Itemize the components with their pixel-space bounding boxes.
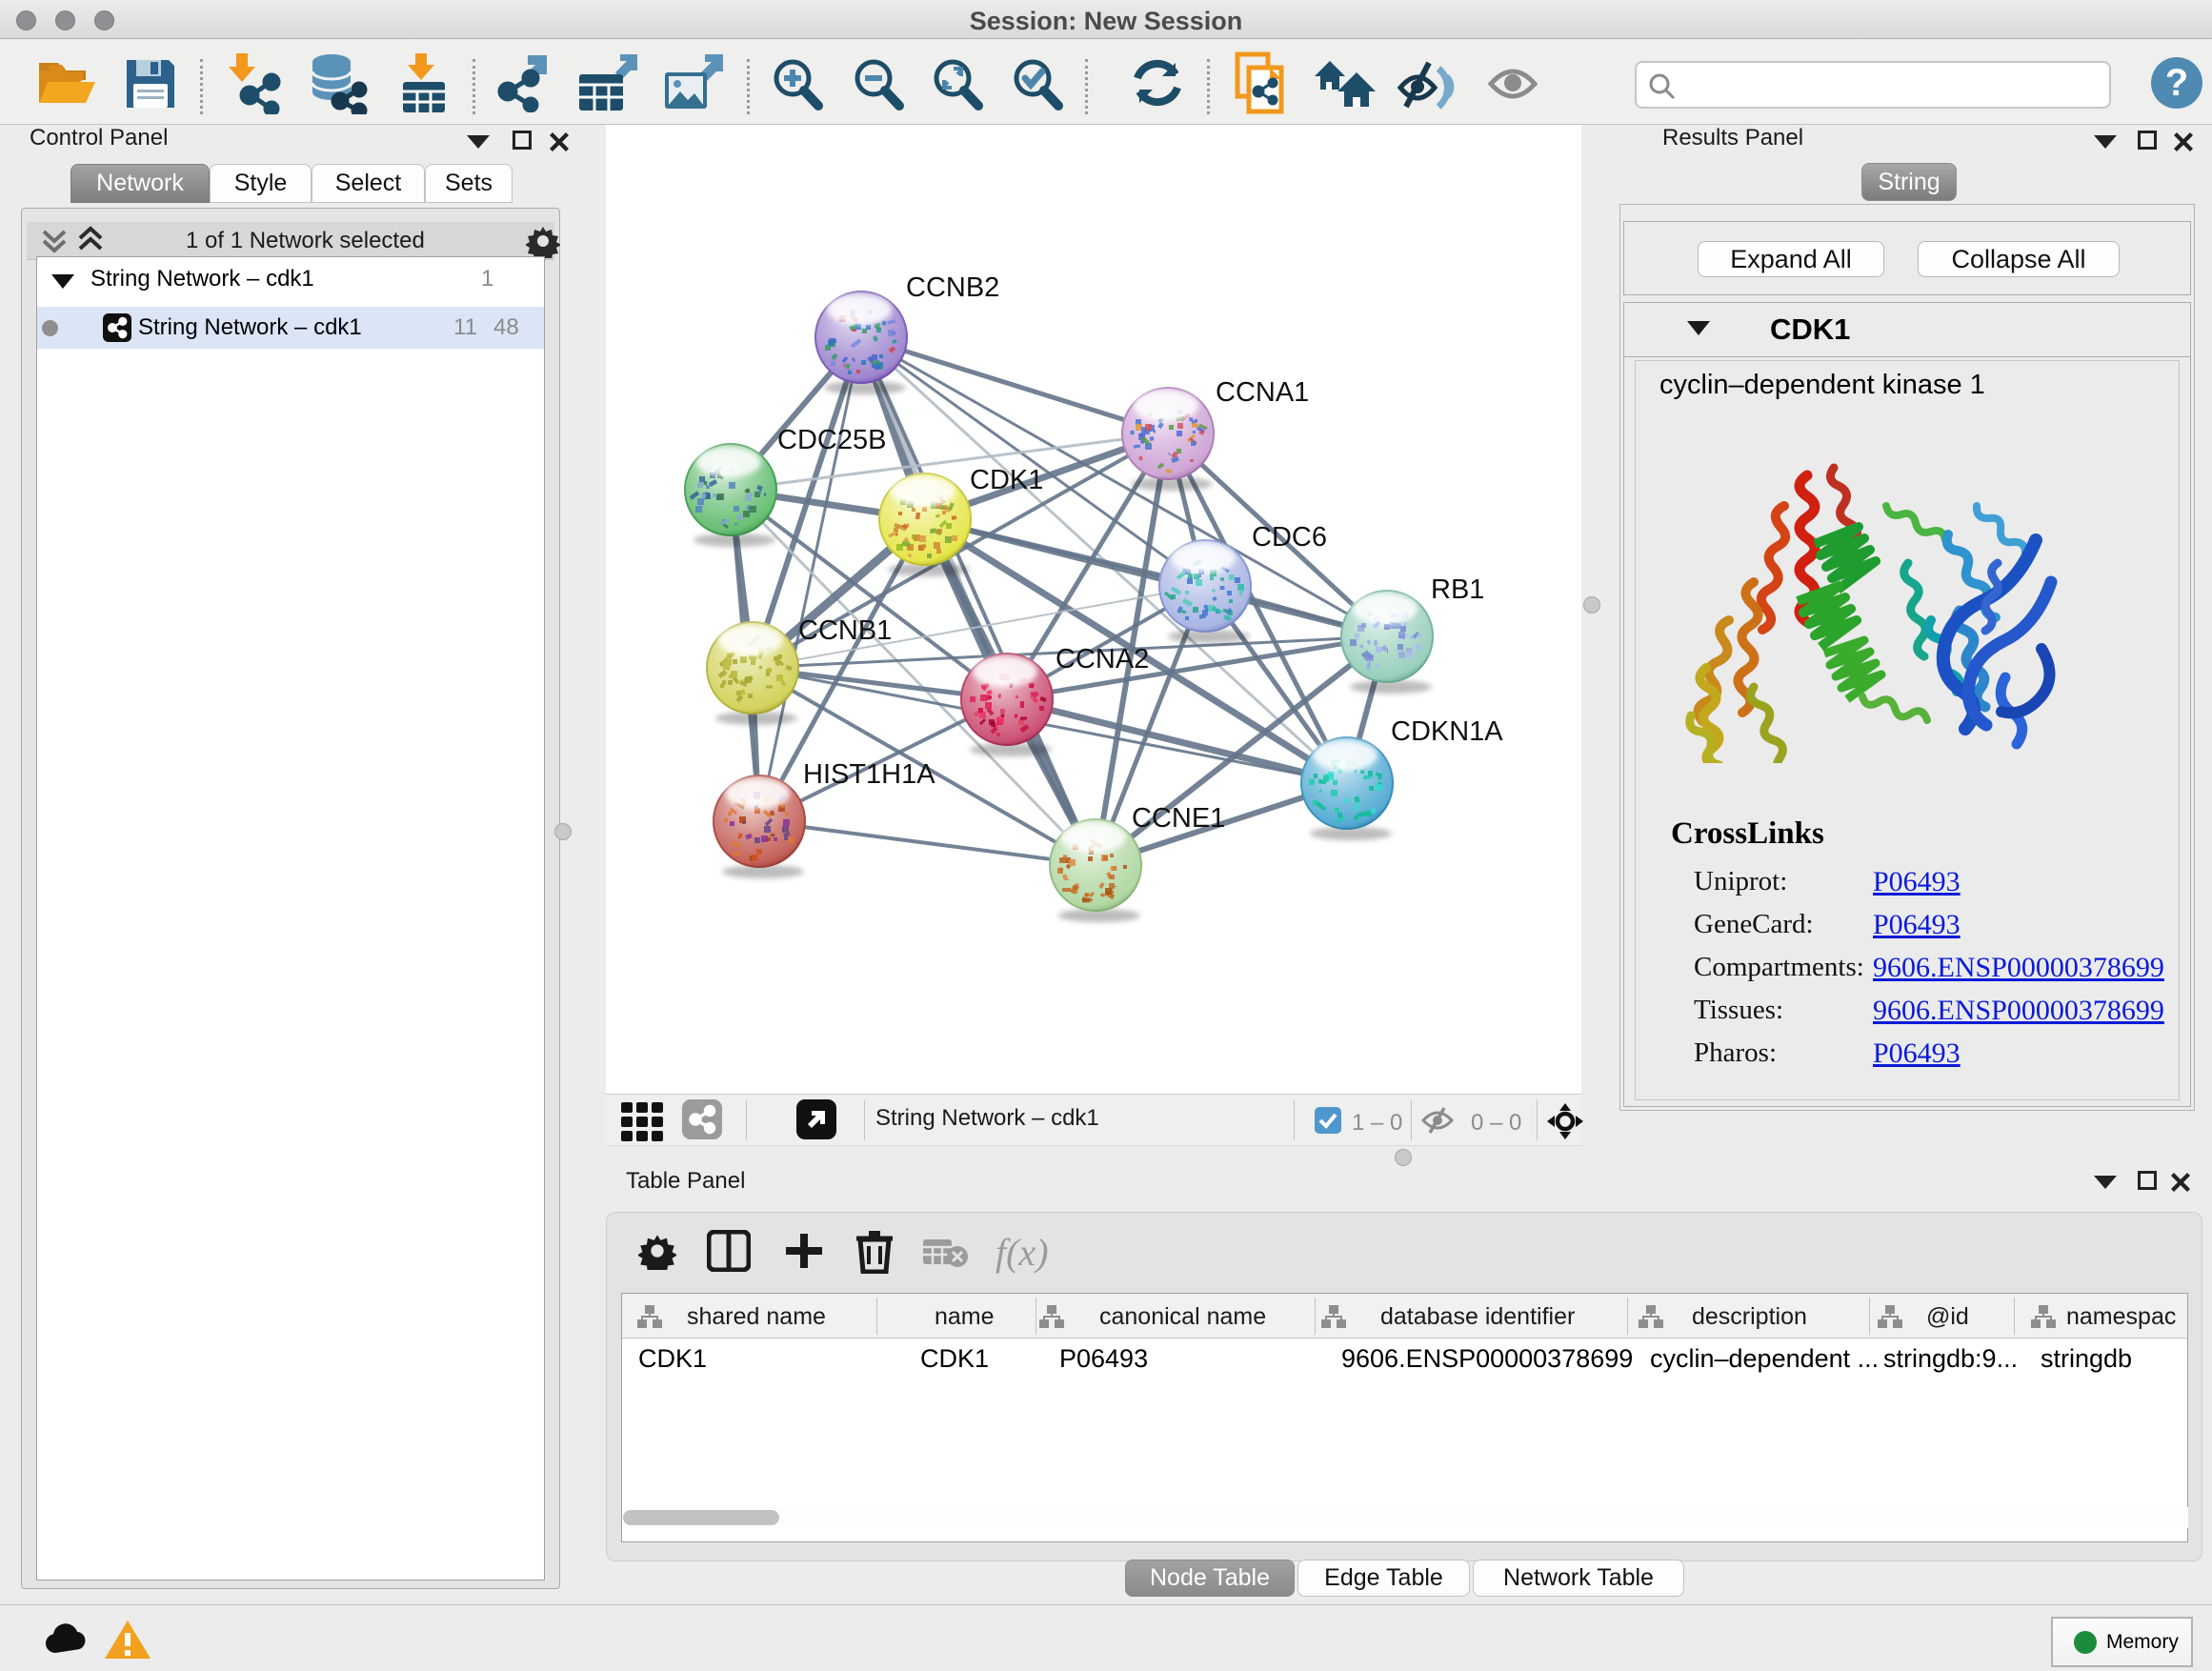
svg-text:RB1: RB1: [1431, 574, 1484, 605]
svg-text:CCNA1: CCNA1: [1216, 377, 1309, 408]
svg-text:CCNE1: CCNE1: [1132, 803, 1225, 834]
svg-text:CCNA2: CCNA2: [1056, 644, 1149, 674]
svg-text:CDKN1A: CDKN1A: [1391, 716, 1503, 747]
svg-text:?: ?: [2165, 62, 2188, 104]
svg-text:HIST1H1A: HIST1H1A: [803, 759, 935, 790]
svg-text:CDC25B: CDC25B: [777, 425, 886, 455]
svg-text:CCNB2: CCNB2: [906, 272, 999, 303]
svg-text:CDC6: CDC6: [1252, 522, 1327, 553]
svg-text:CCNB1: CCNB1: [798, 615, 892, 646]
svg-text:CDK1: CDK1: [970, 465, 1043, 495]
